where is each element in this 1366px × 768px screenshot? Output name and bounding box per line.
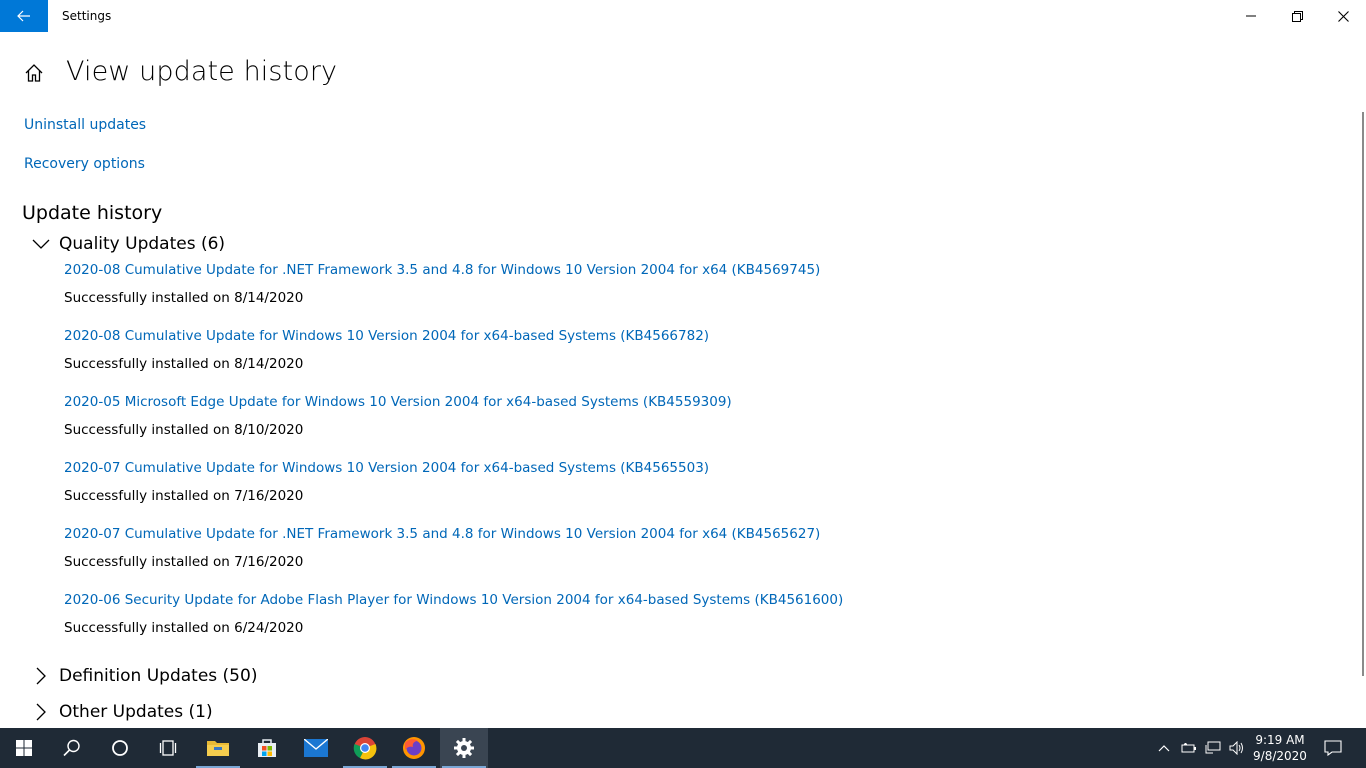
chevron-down-icon: [30, 233, 52, 255]
recovery-options-link[interactable]: Recovery options: [24, 156, 145, 172]
update-status: Successfully installed on 8/10/2020: [64, 422, 304, 438]
restore-button[interactable]: [1274, 0, 1320, 32]
settings-window: Settings View update history Uninstall u…: [0, 0, 1366, 728]
home-icon: [25, 64, 43, 82]
uninstall-updates-link[interactable]: Uninstall updates: [24, 117, 146, 133]
chevron-right-icon: [30, 665, 52, 687]
definition-updates-label: Definition Updates (50): [59, 666, 258, 686]
title-bar: Settings: [0, 0, 1366, 32]
file-explorer-icon: [207, 741, 229, 756]
update-status: Successfully installed on 8/14/2020: [64, 290, 304, 306]
minimize-icon: [1246, 15, 1256, 17]
update-link[interactable]: 2020-08 Cumulative Update for Windows 10…: [64, 328, 709, 344]
taskbar: 9:19 AM 9/8/2020: [0, 728, 1366, 768]
update-status: Successfully installed on 7/16/2020: [64, 488, 304, 504]
network-icon: [1205, 741, 1221, 754]
update-link[interactable]: 2020-08 Cumulative Update for .NET Frame…: [64, 262, 820, 278]
update-status: Successfully installed on 8/14/2020: [64, 356, 304, 372]
settings-icon: [454, 738, 474, 758]
cortana-button[interactable]: [96, 728, 144, 768]
update-link[interactable]: 2020-05 Microsoft Edge Update for Window…: [64, 394, 732, 410]
clock-date: 9/8/2020: [1253, 749, 1307, 763]
update-history-heading: Update history: [22, 202, 163, 224]
window-title: Settings: [62, 9, 112, 23]
other-updates-label: Other Updates (1): [59, 702, 213, 722]
battery-button[interactable]: [1178, 728, 1200, 768]
taskbar-clock[interactable]: 9:19 AM 9/8/2020: [1244, 732, 1316, 764]
store-icon: [258, 739, 276, 757]
mail-button[interactable]: [292, 728, 340, 768]
quality-updates-label: Quality Updates (6): [59, 234, 226, 254]
back-arrow-icon: [17, 10, 30, 22]
update-status: Successfully installed on 7/16/2020: [64, 554, 304, 570]
update-link[interactable]: 2020-06 Security Update for Adobe Flash …: [64, 592, 843, 608]
home-button[interactable]: [24, 63, 44, 83]
clock-time: 9:19 AM: [1255, 733, 1305, 747]
task-view-icon: [159, 740, 177, 756]
close-button[interactable]: [1320, 0, 1366, 32]
chrome-button[interactable]: [341, 728, 389, 768]
quality-updates-group[interactable]: Quality Updates (6): [30, 232, 225, 256]
network-button[interactable]: [1202, 728, 1224, 768]
definition-updates-group[interactable]: Definition Updates (50): [30, 664, 257, 688]
firefox-button[interactable]: [390, 728, 438, 768]
settings-button[interactable]: [440, 728, 488, 768]
firefox-icon: [403, 737, 425, 759]
search-button[interactable]: [48, 728, 96, 768]
update-status: Successfully installed on 6/24/2020: [64, 620, 304, 636]
action-center-button[interactable]: [1320, 728, 1346, 768]
chrome-icon: [353, 737, 377, 760]
volume-icon: [1229, 741, 1243, 755]
mail-icon: [304, 739, 328, 757]
notification-icon: [1324, 740, 1342, 756]
scrollbar[interactable]: [1362, 112, 1364, 676]
restore-icon: [1291, 10, 1303, 22]
task-view-button[interactable]: [144, 728, 192, 768]
minimize-button[interactable]: [1228, 0, 1274, 32]
start-icon: [16, 740, 32, 756]
search-icon: [63, 739, 80, 757]
show-hidden-icons-button[interactable]: [1154, 728, 1174, 768]
close-icon: [1337, 10, 1349, 22]
back-button[interactable]: [0, 0, 48, 32]
update-link[interactable]: 2020-07 Cumulative Update for Windows 10…: [64, 460, 709, 476]
update-link[interactable]: 2020-07 Cumulative Update for .NET Frame…: [64, 526, 820, 542]
other-updates-group[interactable]: Other Updates (1): [30, 700, 213, 724]
page-title: View update history: [66, 56, 338, 87]
chevron-up-icon: [1158, 745, 1170, 752]
battery-icon: [1181, 743, 1196, 753]
file-explorer-button[interactable]: [194, 728, 242, 768]
cortana-icon: [112, 740, 128, 756]
store-button[interactable]: [243, 728, 291, 768]
chevron-right-icon: [30, 701, 52, 723]
start-button[interactable]: [0, 728, 48, 768]
